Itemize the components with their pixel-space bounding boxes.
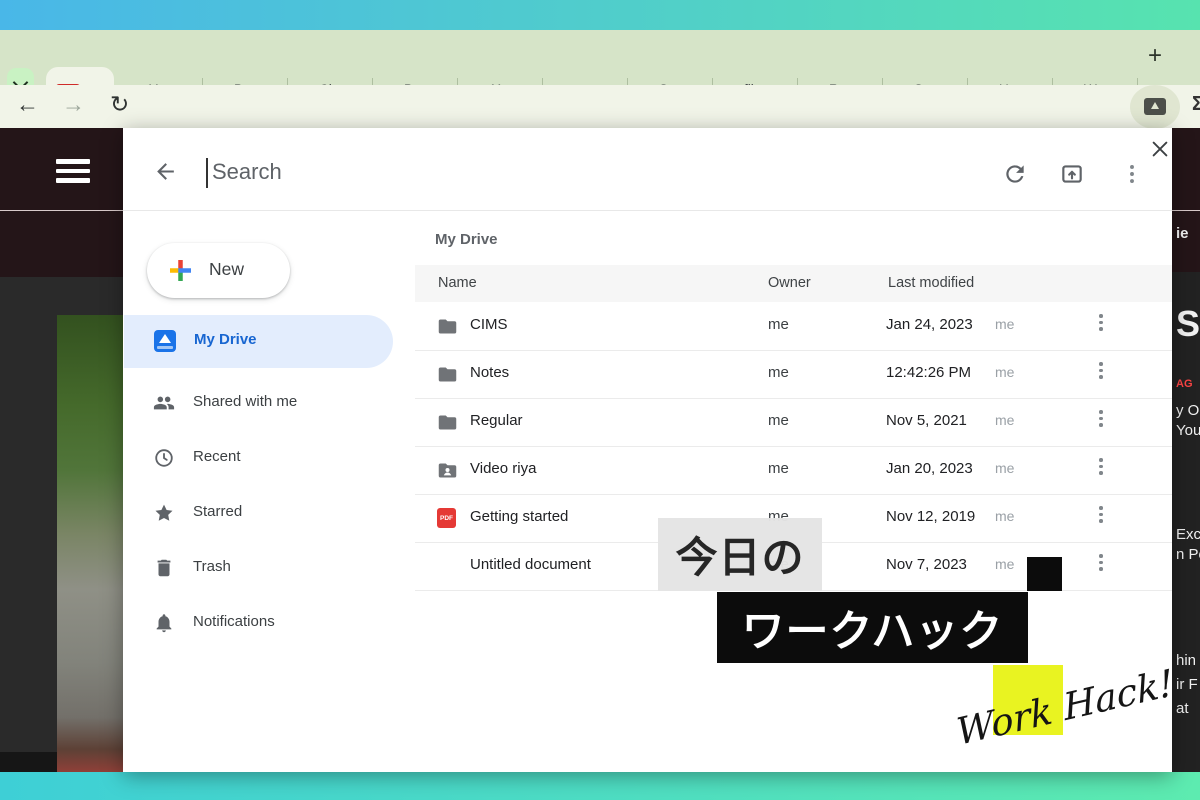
- headline-line1: 今日の: [658, 518, 822, 591]
- browser-tab-bar: HUD M You Bac Che Bac 11v wor FEx San fi…: [0, 30, 1200, 85]
- table-header: Name Owner Last modified: [415, 265, 1172, 302]
- refresh-icon[interactable]: [1002, 161, 1028, 187]
- back-icon[interactable]: ←: [16, 91, 39, 118]
- sidebar-item-starred[interactable]: Starred: [123, 493, 393, 533]
- black-square-accent: [1027, 557, 1062, 591]
- folder-icon: [437, 316, 458, 337]
- table-row[interactable]: CIMS me Jan 24, 2023 me: [415, 302, 1172, 351]
- hamburger-menu-icon[interactable]: [56, 159, 90, 183]
- page-header-left: [0, 128, 123, 210]
- column-last-modified[interactable]: Last modified: [888, 275, 974, 291]
- frame-top-gradient: [0, 0, 1200, 30]
- sidebar-item-my-drive[interactable]: My Drive: [124, 315, 393, 368]
- breadcrumb-my-drive[interactable]: My Drive: [435, 231, 498, 248]
- text-cursor: [206, 158, 208, 188]
- star-icon: [152, 501, 176, 525]
- row-more-icon[interactable]: [1099, 458, 1103, 475]
- close-icon[interactable]: [1149, 138, 1171, 160]
- row-more-icon[interactable]: [1099, 314, 1103, 331]
- back-arrow-icon[interactable]: [153, 159, 178, 184]
- extensions-button[interactable]: [1130, 85, 1180, 129]
- table-row[interactable]: Video riya me Jan 20, 2023 me: [415, 446, 1172, 495]
- row-more-icon[interactable]: [1099, 554, 1103, 571]
- extension-icon-partial[interactable]: Σ: [1192, 93, 1200, 119]
- row-more-icon[interactable]: [1099, 362, 1103, 379]
- search-input[interactable]: Search: [212, 159, 282, 185]
- table-row[interactable]: Regular me Nov 5, 2021 me: [415, 398, 1172, 447]
- my-drive-icon: [154, 330, 176, 352]
- pdf-icon: PDF: [437, 508, 456, 528]
- shared-folder-icon: [437, 460, 458, 481]
- folder-icon: [437, 364, 458, 385]
- clock-icon: [153, 447, 175, 469]
- new-tab-button[interactable]: +: [1148, 46, 1162, 66]
- column-owner[interactable]: Owner: [768, 275, 811, 291]
- bell-icon: [153, 612, 175, 634]
- row-more-icon[interactable]: [1099, 506, 1103, 523]
- browser-toolbar: ← → ↻ makeuseof.com Σ: [0, 85, 1200, 128]
- work-hack-signature: Work Hack!: [945, 632, 1185, 782]
- forward-icon[interactable]: →: [62, 91, 85, 118]
- row-more-icon[interactable]: [1099, 410, 1103, 427]
- folder-icon: [437, 412, 458, 433]
- reload-icon[interactable]: ↻: [110, 91, 129, 118]
- sidebar-item-notifications[interactable]: Notifications: [123, 603, 393, 643]
- sidebar-item-trash[interactable]: Trash: [123, 548, 393, 588]
- new-button[interactable]: New: [147, 243, 290, 298]
- plus-icon: [167, 257, 194, 284]
- sidebar-item-recent[interactable]: Recent: [123, 438, 393, 478]
- drive-folder-icon: [1144, 98, 1166, 115]
- open-in-window-icon[interactable]: [1059, 161, 1085, 187]
- more-options-icon[interactable]: [1119, 161, 1145, 187]
- trash-icon: [153, 557, 175, 579]
- article-photo: [57, 315, 123, 772]
- sidebar-item-shared-with-me[interactable]: Shared with me: [123, 383, 393, 423]
- people-icon: [153, 392, 175, 414]
- table-row[interactable]: Notes me 12:42:26 PM me: [415, 350, 1172, 399]
- column-name[interactable]: Name: [438, 275, 477, 291]
